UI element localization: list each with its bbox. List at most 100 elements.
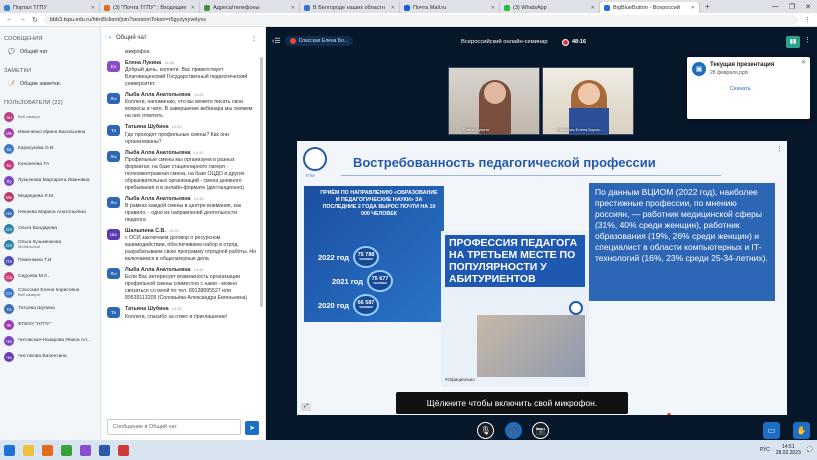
url-field[interactable]: bbb3.tspu.edu.ru/html5client/join?sessio… bbox=[43, 14, 798, 25]
user-avatar: Фг bbox=[4, 320, 14, 330]
user-list-item[interactable]: Лу Лукьянова Маргарита Ивановна bbox=[0, 173, 100, 189]
chevron-left-icon[interactable]: ‹ bbox=[109, 35, 111, 41]
new-tab-icon[interactable]: + bbox=[700, 2, 715, 11]
pdf-icon[interactable] bbox=[118, 444, 129, 456]
close-window-icon[interactable]: ✕ bbox=[805, 3, 811, 11]
close-tab-icon[interactable]: ✕ bbox=[591, 5, 595, 11]
firefox-icon[interactable] bbox=[42, 444, 53, 456]
image-caption: #Официально bbox=[445, 377, 475, 382]
user-list-item[interactable]: Та Татьяна Шубина bbox=[0, 301, 100, 317]
webcam-face-1 bbox=[484, 82, 506, 104]
close-tab-icon[interactable]: ✕ bbox=[191, 5, 195, 11]
user-list-item[interactable]: Ка Карасукова О.В. bbox=[0, 141, 100, 157]
user-list-item[interactable]: Фг ФГБОУ "НГПУ" bbox=[0, 317, 100, 333]
user-avatar: Пе bbox=[4, 256, 14, 266]
browser-tab[interactable]: Адреса/телефоны ✕ bbox=[200, 2, 300, 13]
user-list-item[interactable]: Чи Чистякова Валентина bbox=[0, 349, 100, 365]
app-icon[interactable] bbox=[80, 444, 91, 456]
screen-share-button[interactable]: ▭ bbox=[763, 422, 780, 439]
user-list-item[interactable]: Ол Ольга Кузьменкова Мобильный bbox=[0, 237, 100, 253]
message-time: 14:30 bbox=[171, 124, 182, 130]
chat-message-input[interactable]: Сообщение в Общий чат bbox=[107, 419, 241, 435]
menu-icon[interactable]: ⋮ bbox=[804, 16, 811, 24]
user-name-text: Кононеева ТА bbox=[18, 162, 50, 168]
minimize-icon[interactable]: — bbox=[772, 3, 779, 11]
user-name-text: Читовская-Назарова Янина Ал... bbox=[18, 338, 91, 344]
user-list-item[interactable]: Са Сидоева М.С. bbox=[0, 269, 100, 285]
message-author: Татьяна Шубина 14:30 bbox=[125, 124, 259, 131]
public-chat-item[interactable]: 💬 Общий чат bbox=[0, 45, 100, 59]
browser-tab[interactable]: Портал ТГПУ ✕ bbox=[0, 2, 100, 13]
message-time: 14:33 bbox=[193, 195, 204, 201]
message-author: Лыба Алла Анатольевна 14:34 bbox=[125, 267, 259, 274]
clock[interactable]: 14:51 28.02.2023 bbox=[776, 444, 801, 456]
reload-icon[interactable]: ↻ bbox=[32, 16, 38, 24]
close-tab-icon[interactable]: ✕ bbox=[391, 5, 395, 11]
user-avatar: Сп bbox=[4, 288, 14, 298]
forward-icon[interactable]: → bbox=[19, 16, 26, 23]
presentation-notification: ✕ ▣ Текущая презентация 28 февраля.pptx … bbox=[687, 57, 810, 119]
browser-tab[interactable]: Почта Mail.ru ✕ bbox=[400, 2, 500, 13]
close-tab-icon[interactable]: ✕ bbox=[491, 5, 495, 11]
user-list-item[interactable]: Не Некаева Марина Анатольевна bbox=[0, 205, 100, 221]
webcam-video-1[interactable]: Елена Лукина bbox=[448, 67, 540, 135]
user-name-text: Иванченко Ирина Васильевна bbox=[18, 130, 86, 136]
user-list-item[interactable]: Ол Ольга Бондарева bbox=[0, 221, 100, 237]
user-name-text: Некаева Марина Анатольевна bbox=[18, 210, 86, 216]
close-tab-icon[interactable]: ✕ bbox=[91, 5, 95, 11]
start-icon[interactable] bbox=[4, 444, 15, 456]
slide-zoom-icon[interactable]: ⤢ bbox=[301, 403, 311, 411]
download-link[interactable]: Скачать bbox=[730, 86, 805, 92]
user-list-item[interactable]: Ме Медведева Л.М. bbox=[0, 189, 100, 205]
close-tab-icon[interactable]: ✕ bbox=[291, 5, 295, 11]
webcam-face-2 bbox=[578, 83, 600, 105]
chat-scrollbar[interactable] bbox=[260, 57, 263, 307]
word-icon[interactable] bbox=[99, 444, 110, 456]
connection-status-icon[interactable]: ▮▮ bbox=[786, 36, 800, 48]
notifications-icon[interactable]: 💬 bbox=[807, 447, 813, 453]
user-list-item[interactable]: Сп Спасская Елена борисовна Веб камера bbox=[0, 285, 100, 301]
explorer-icon[interactable] bbox=[23, 444, 34, 456]
user-list-item[interactable]: Ив Иванченко Ирина Васильевна bbox=[0, 125, 100, 141]
user-status: Мобильный bbox=[18, 244, 40, 250]
camera-button[interactable]: 📷 bbox=[532, 422, 549, 439]
year-stat-row: 2021 год 75 677 ЧЕЛОВЕК bbox=[332, 270, 394, 292]
window-controls: — ❐ ✕ bbox=[772, 3, 817, 11]
recording-icon[interactable] bbox=[562, 39, 569, 46]
chrome-icon[interactable] bbox=[61, 444, 72, 456]
browser-tab[interactable]: (3) "Почта ТГПУ" : Входящие ✕ bbox=[100, 2, 200, 13]
close-icon[interactable]: ✕ bbox=[801, 59, 806, 66]
user-name-text: Карасукова О.В. bbox=[18, 146, 55, 152]
user-list-item[interactable]: Ко Кононеева ТА bbox=[0, 157, 100, 173]
audio-button[interactable]: 🎧 bbox=[505, 422, 522, 439]
message-avatar: Та bbox=[107, 125, 120, 137]
reactions-button[interactable]: ✋ bbox=[793, 422, 810, 439]
language-indicator[interactable]: РУС bbox=[760, 447, 770, 453]
mute-button[interactable]: 🎙 bbox=[477, 422, 494, 439]
messages-section-header: СООБЩЕНИЯ bbox=[4, 36, 43, 42]
more-options-icon[interactable]: ⋮ bbox=[251, 35, 257, 42]
meeting-options-icon[interactable]: ⋮ bbox=[804, 36, 811, 44]
message-author: Татьяна Шубина 14:35 bbox=[125, 306, 227, 313]
browser-tab[interactable]: В Белгороде наших областн ✕ bbox=[300, 2, 400, 13]
shared-notes-item[interactable]: 📝 Общие заметки bbox=[0, 77, 100, 91]
back-icon[interactable]: ← bbox=[6, 16, 13, 23]
user-list-item[interactable]: Чи Читовская-Назарова Янина Ал... bbox=[0, 333, 100, 349]
maximize-icon[interactable]: ❐ bbox=[789, 3, 795, 11]
message-author: Шалыпина С.В. 14:33 bbox=[125, 228, 259, 235]
slide-options-icon[interactable]: ⋮ bbox=[776, 145, 783, 153]
webcam-video-2[interactable]: Спасская Елена Борис... bbox=[542, 67, 634, 135]
enable-microphone-banner[interactable]: Щёлкните чтобы включить свой микрофон. bbox=[396, 392, 628, 414]
browser-tab[interactable]: (3) WhatsApp ✕ bbox=[500, 2, 600, 13]
user-name: Ольга Бондарева bbox=[18, 226, 57, 232]
user-name-text: Татьяна Шубина bbox=[18, 306, 55, 312]
presenter-pill[interactable]: Спасская Елена Бо... bbox=[284, 36, 354, 46]
browser-tab[interactable]: BigBlueButton - Всероссий ✕ bbox=[600, 2, 700, 13]
close-tab-icon[interactable]: ✕ bbox=[691, 5, 695, 11]
user-list-item[interactable]: Ан Веб камера bbox=[0, 109, 100, 125]
toggle-panel-icon[interactable]: ‹☰ bbox=[272, 37, 281, 45]
message-time: 14:26 bbox=[164, 60, 175, 66]
camera-icon: 📷 bbox=[535, 426, 546, 435]
send-message-button[interactable]: ➤ bbox=[245, 421, 259, 435]
user-list-item[interactable]: Пе Пеменкина Т.И bbox=[0, 253, 100, 269]
